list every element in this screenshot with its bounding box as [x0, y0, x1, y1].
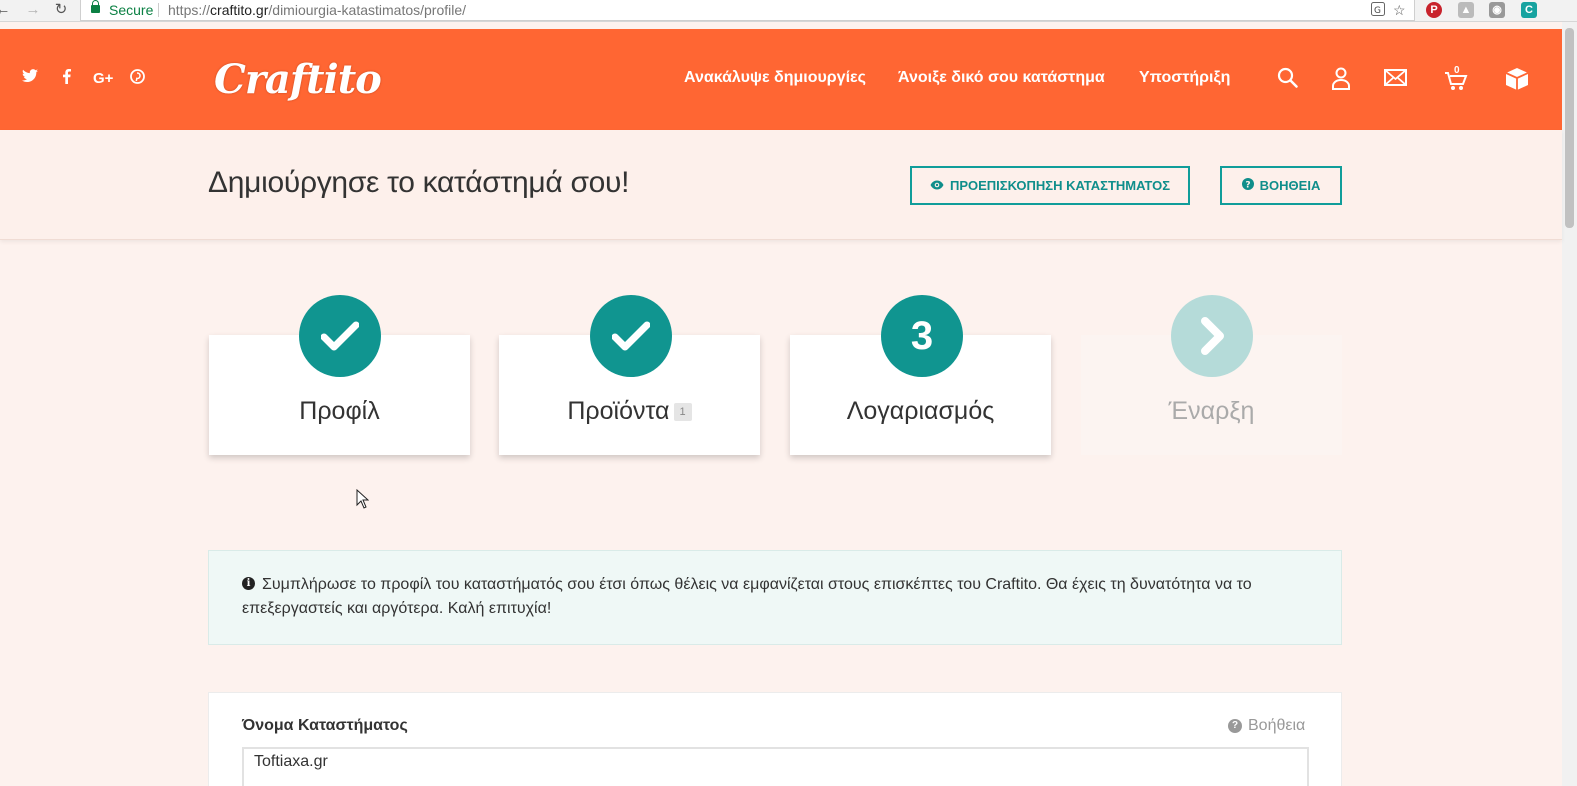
reload-icon[interactable]: ↻	[52, 1, 70, 19]
check-icon	[590, 295, 672, 377]
chevron-right-icon	[1171, 295, 1253, 377]
step-start-label: Έναρξη	[1168, 397, 1255, 425]
url-text[interactable]: https://craftito.gr/dimiourgia-katastima…	[168, 2, 466, 18]
shop-name-label: Όνομα Καταστήματος	[242, 717, 408, 734]
page-title-band: Δημιούργησε το κατάστημά σου! ΠΡΟΕΠΙΣΚΟΠ…	[0, 130, 1562, 240]
url-separator	[158, 3, 159, 17]
nav-open-shop[interactable]: Άνοιξε δικό σου κατάστημα	[898, 69, 1105, 87]
mail-icon[interactable]	[1384, 69, 1407, 91]
forward-arrow-icon[interactable]: →	[24, 1, 42, 19]
preview-shop-button[interactable]: ΠΡΟΕΠΙΣΚΟΠΗΣΗ ΚΑΤΑΣΤΗΜΑΤΟΣ	[910, 166, 1190, 205]
search-icon[interactable]	[1277, 67, 1298, 93]
url-scheme: https://	[168, 2, 211, 18]
shop-name-help-label: Βοήθεια	[1248, 717, 1306, 734]
cart-count: 0	[1454, 65, 1460, 76]
c-extension-icon[interactable]: C	[1521, 2, 1537, 18]
mouse-cursor-icon	[356, 488, 370, 514]
twitter-icon[interactable]	[22, 69, 38, 89]
camera-extension-icon[interactable]: ◉	[1489, 2, 1505, 18]
address-bar[interactable]: Secure https://craftito.gr/dimiourgia-ka…	[80, 0, 1415, 21]
preview-shop-label: ΠΡΟΕΠΙΣΚΟΠΗΣΗ ΚΑΤΑΣΤΗΜΑΤΟΣ	[949, 178, 1171, 193]
page-title: Δημιούργησε το κατάστημά σου!	[208, 166, 630, 199]
google-plus-icon[interactable]: G+	[93, 69, 113, 89]
box-icon[interactable]	[1505, 67, 1529, 96]
question-circle-icon: ?	[1228, 719, 1242, 733]
bookmark-star-icon[interactable]: ☆	[1393, 2, 1406, 19]
eye-icon	[930, 179, 944, 193]
user-icon[interactable]	[1331, 67, 1351, 95]
scrollbar-thumb[interactable]	[1565, 28, 1574, 228]
svg-text:?: ?	[1245, 181, 1250, 191]
back-arrow-icon[interactable]: ←	[0, 1, 12, 19]
translate-icon[interactable]: G	[1371, 2, 1385, 19]
info-notice: i Συμπλήρωσε το προφίλ του καταστήματός …	[208, 550, 1342, 645]
craftito-logo[interactable]: Craftito	[214, 56, 382, 103]
step-number-3: 3	[881, 295, 963, 377]
browser-toolbar: ← → ↻ Secure https://craftito.gr/dimiour…	[0, 0, 1577, 22]
url-host: craftito.gr	[210, 2, 269, 18]
secure-label: Secure	[109, 2, 154, 18]
drive-extension-icon[interactable]: ▲	[1458, 2, 1474, 18]
products-count-badge: 1	[673, 403, 692, 422]
help-label: ΒΟΗΘΕΙΑ	[1259, 178, 1321, 193]
shop-name-help-link[interactable]: ? Βοήθεια	[1228, 717, 1305, 735]
info-text: Συμπλήρωσε το προφίλ του καταστήματός σο…	[242, 576, 1252, 617]
step-profile-label: Προφίλ	[299, 397, 380, 425]
question-circle-icon: ?	[1241, 178, 1254, 193]
site-header: G+ Craftito Ανακάλυψε δημιουργίες Άνοιξε…	[0, 29, 1562, 130]
url-path: /dimiourgia-katastimatos/profile/	[268, 2, 467, 18]
shop-profile-form: Όνομα Καταστήματος ? Βοήθεια	[208, 692, 1342, 786]
shop-name-input[interactable]	[242, 747, 1309, 786]
pinterest-extension-icon[interactable]: P	[1426, 2, 1442, 18]
lock-icon	[91, 0, 100, 13]
nav-discover-creations[interactable]: Ανακάλυψε δημιουργίες	[684, 69, 866, 87]
pinterest-icon[interactable]	[130, 69, 145, 90]
step-account-label: Λογαριασμός	[846, 397, 995, 425]
page-scrollbar[interactable]	[1562, 22, 1577, 786]
help-button[interactable]: ? ΒΟΗΘΕΙΑ	[1220, 166, 1342, 205]
svg-text:G: G	[1374, 6, 1381, 16]
step-products-label-row: Προϊόντα 1	[499, 397, 760, 426]
nav-support[interactable]: Υποστήριξη	[1139, 69, 1230, 87]
check-icon	[299, 295, 381, 377]
facebook-icon[interactable]	[62, 69, 71, 90]
step-products-label: Προϊόντα	[567, 397, 670, 425]
